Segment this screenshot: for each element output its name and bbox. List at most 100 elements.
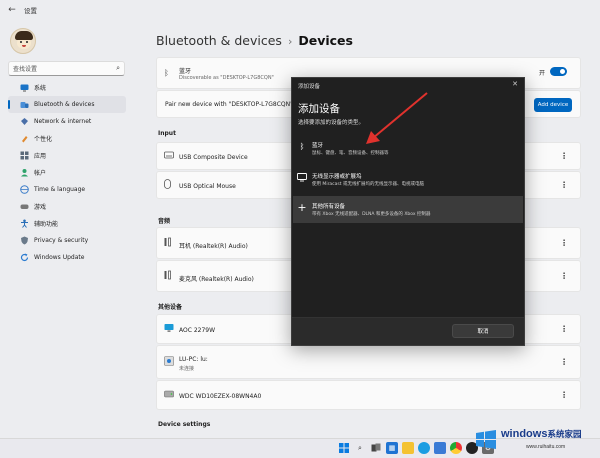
- option-wireless-display[interactable]: 无线显示器或扩展坞 使用 Miracast 或无线扩展坞的无线显示器、电视或电脑: [293, 166, 523, 193]
- close-icon[interactable]: ✕: [512, 80, 518, 88]
- sidebar-item-label: 帐户: [34, 170, 47, 177]
- game-icon: [20, 202, 29, 211]
- more-options-icon[interactable]: ⋮: [560, 152, 568, 161]
- option-title: 其他所有设备: [312, 204, 346, 210]
- dialog-heading: 添加设备: [298, 103, 340, 115]
- device-name: USB Composite Device: [179, 154, 248, 161]
- windows-start-icon[interactable]: [338, 442, 350, 454]
- cancel-button[interactable]: 取消: [452, 324, 514, 338]
- plus-icon: +: [297, 201, 307, 214]
- sidebar-item-accounts[interactable]: 帐户: [8, 164, 126, 181]
- search-icon: ⌕: [116, 64, 120, 72]
- mouse-icon: [164, 179, 171, 191]
- sidebar-item-windows-update[interactable]: Windows Update: [8, 249, 126, 266]
- more-options-icon[interactable]: ⋮: [560, 358, 568, 367]
- drive-icon: [164, 390, 174, 400]
- device-row[interactable]: WDC WD10EZEX-08WN4A0 ⋮: [156, 380, 581, 410]
- option-description: 使用 Miracast 或无线扩展坞的无线显示器、电视或电脑: [312, 182, 424, 187]
- section-input: Input: [158, 130, 176, 137]
- widgets-icon[interactable]: ▦: [386, 442, 398, 454]
- breadcrumb-parent[interactable]: Bluetooth & devices: [156, 33, 282, 48]
- device-name: WDC WD10EZEX-08WN4A0: [179, 393, 262, 400]
- sidebar-item-apps[interactable]: 应用: [8, 147, 126, 164]
- sidebar-item-label: Windows Update: [34, 254, 85, 261]
- option-bluetooth[interactable]: ᛒ 蓝牙 鼠标、键盘、笔、音频设备、控制器等: [293, 135, 523, 162]
- device-status: 未连接: [179, 366, 195, 372]
- task-view-icon[interactable]: [370, 442, 382, 454]
- device-name: 耳机 (Realtek(R) Audio): [179, 243, 248, 250]
- watermark: windows系统家园 www.ruihaitu.com: [468, 424, 600, 458]
- sidebar-item-label: 辅助功能: [34, 221, 59, 228]
- sidebar-nav: 系统 Bluetooth & devices Network & interne…: [8, 79, 126, 266]
- apps-icon: [20, 151, 29, 160]
- window-title: 设置: [24, 7, 37, 15]
- sidebar-item-label: 应用: [34, 153, 47, 160]
- dialog-footer: 取消: [292, 317, 524, 345]
- more-options-icon[interactable]: ⋮: [560, 325, 568, 334]
- sidebar-item-label: Bluetooth & devices: [34, 101, 95, 108]
- sidebar-item-label: Network & internet: [34, 118, 92, 125]
- watermark-url: www.ruihaitu.com: [526, 444, 566, 450]
- add-device-button[interactable]: Add device: [534, 98, 572, 112]
- sidebar-item-label: 个性化: [34, 136, 53, 143]
- device-name: USB Optical Mouse: [179, 183, 236, 190]
- bluetooth-icon: ᛒ: [299, 142, 305, 151]
- breadcrumb: Bluetooth & devices › Devices: [156, 33, 353, 48]
- shield-icon: [20, 236, 29, 245]
- sidebar-item-bluetooth-devices[interactable]: Bluetooth & devices: [8, 96, 126, 113]
- device-name: LU-PC: lu:: [179, 356, 208, 363]
- more-options-icon[interactable]: ⋮: [560, 239, 568, 248]
- section-device-settings: Device settings: [158, 421, 211, 428]
- speaker-icon: [164, 237, 172, 249]
- sidebar-item-gaming[interactable]: 游戏: [8, 198, 126, 215]
- bluetooth-title: 蓝牙: [179, 68, 192, 75]
- more-options-icon[interactable]: ⋮: [560, 272, 568, 281]
- store-icon[interactable]: [434, 442, 446, 454]
- device-row[interactable]: LU-PC: lu: 未连接 ⋮: [156, 345, 581, 379]
- section-other-devices: 其他设备: [158, 304, 183, 311]
- section-audio: 音频: [158, 218, 171, 225]
- sidebar-item-accessibility[interactable]: 辅助功能: [8, 215, 126, 232]
- option-title: 无线显示器或扩展坞: [312, 174, 362, 180]
- search-placeholder: 查找设置: [13, 66, 38, 73]
- update-icon: [20, 253, 29, 262]
- account-icon: [20, 168, 29, 177]
- browser-icon[interactable]: [418, 442, 430, 454]
- sidebar-item-personalization[interactable]: 个性化: [8, 130, 126, 147]
- title-bar: ← 设置: [0, 0, 600, 20]
- option-everything-else[interactable]: + 其他所有设备 带有 Xbox 无线适配器、DLNA 和更多设备的 Xbox …: [293, 196, 523, 223]
- back-arrow-icon[interactable]: ←: [4, 2, 20, 18]
- option-description: 鼠标、键盘、笔、音频设备、控制器等: [312, 151, 389, 156]
- bluetooth-icon: ᛒ: [164, 68, 169, 78]
- search-icon[interactable]: ⌕: [354, 442, 366, 454]
- sidebar-item-label: 游戏: [34, 204, 47, 211]
- more-options-icon[interactable]: ⋮: [560, 181, 568, 190]
- bluetooth-subtitle: Discoverable as "DESKTOP-L7G8CQN": [179, 75, 274, 81]
- dialog-subtitle: 选择要添加的设备的类型。: [298, 120, 365, 126]
- sidebar-item-label: 系统: [34, 85, 47, 92]
- windows-logo-icon: [476, 430, 496, 449]
- accessibility-icon: [20, 219, 29, 228]
- chrome-icon[interactable]: [450, 442, 462, 454]
- add-device-dialog: 添加设备 ✕ 添加设备 选择要添加的设备的类型。 ᛒ 蓝牙 鼠标、键盘、笔、音频…: [291, 77, 525, 346]
- network-icon: [20, 117, 29, 126]
- more-options-icon[interactable]: ⋮: [560, 391, 568, 400]
- file-explorer-icon[interactable]: [402, 442, 414, 454]
- avatar[interactable]: [10, 28, 36, 54]
- sidebar-item-label: Time & language: [34, 186, 86, 193]
- sidebar-item-time-language[interactable]: Time & language: [8, 181, 126, 198]
- keyboard-icon: [164, 151, 174, 161]
- sidebar-item-network[interactable]: Network & internet: [8, 113, 126, 130]
- page-title: Devices: [298, 33, 353, 48]
- sidebar-item-system[interactable]: 系统: [8, 79, 126, 96]
- brush-icon: [20, 134, 29, 143]
- device-name: 麦克风 (Realtek(R) Audio): [179, 276, 254, 283]
- device-name: AOC 2279W: [179, 327, 216, 334]
- option-title: 蓝牙: [312, 143, 324, 149]
- breadcrumb-separator: ›: [287, 35, 293, 48]
- search-input[interactable]: 查找设置 ⌕: [8, 61, 125, 76]
- dialog-title: 添加设备: [298, 84, 321, 90]
- bluetooth-toggle[interactable]: [550, 67, 567, 76]
- sidebar-item-privacy[interactable]: Privacy & security: [8, 232, 126, 249]
- option-description: 带有 Xbox 无线适配器、DLNA 和更多设备的 Xbox 控制器: [312, 212, 431, 217]
